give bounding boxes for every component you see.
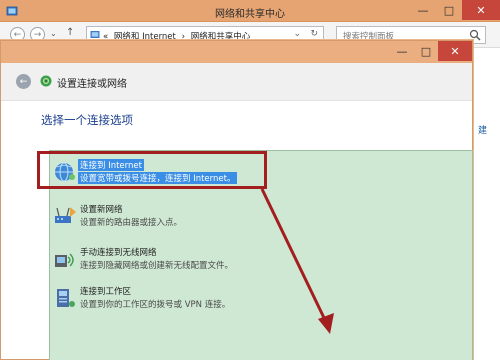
option-connect-workplace[interactable]: 连接到工作区 设置到你的工作区的拨号或 VPN 连接。 — [52, 283, 452, 323]
refresh-button[interactable]: ↻ — [310, 29, 318, 39]
router-icon — [55, 207, 76, 223]
dialog-close-button[interactable]: ✕ — [438, 41, 472, 61]
dialog-maximize-button[interactable]: □ — [414, 41, 438, 61]
up-button[interactable]: ↑ — [66, 27, 74, 38]
network-setup-icon — [40, 75, 52, 87]
recent-locations-button[interactable]: ⌄ — [50, 29, 57, 38]
dialog-minimize-button[interactable]: — — [390, 41, 414, 61]
instruction-heading: 选择一个连接选项 — [41, 113, 133, 127]
option-new-network[interactable]: 设置新网络 设置新的路由器或接入点。 — [52, 201, 452, 241]
option-description: 连接到隐藏网络或创建新无线配置文件。 — [80, 261, 234, 271]
setup-connection-dialog: — □ ✕ ← 设置连接或网络 选择一个连接选项 连接到 Internet 设置… — [0, 40, 473, 360]
annotation-highlight-box — [37, 151, 267, 189]
option-description: 设置新的路由器或接入点。 — [80, 218, 183, 228]
option-manual-wireless[interactable]: 手动连接到无线网络 连接到隐藏网络或创建新无线配置文件。 — [52, 244, 452, 284]
wireless-icon — [55, 253, 74, 267]
option-description: 设置到你的工作区的拨号或 VPN 连接。 — [80, 300, 231, 310]
dialog-controls: — □ ✕ — [390, 41, 472, 61]
workplace-icon — [57, 289, 75, 307]
dialog-body: 选择一个连接选项 连接到 Internet 设置宽带或拨号连接，连接到 Inte… — [1, 101, 473, 360]
dialog-header: ← 设置连接或网络 — [1, 63, 472, 101]
option-title: 连接到工作区 — [80, 287, 132, 297]
dialog-title-bar: — □ ✕ — [1, 41, 472, 63]
option-title: 手动连接到无线网络 — [80, 248, 157, 258]
option-title: 设置新网络 — [80, 205, 123, 215]
minimize-button[interactable]: — — [410, 0, 436, 20]
maximize-button[interactable]: □ — [436, 0, 462, 20]
close-button[interactable]: ✕ — [462, 0, 500, 20]
dialog-back-button[interactable]: ← — [16, 74, 31, 89]
window-controls: — □ ✕ — [410, 0, 500, 20]
control-panel-icon — [90, 31, 100, 38]
address-dropdown-button[interactable]: ⌄ — [293, 29, 301, 39]
dialog-title: 设置连接或网络 — [57, 79, 127, 90]
window-title-bar: 网络和共享中心 — □ ✕ — [0, 0, 500, 22]
background-link-fragment[interactable]: 建 — [478, 123, 498, 136]
